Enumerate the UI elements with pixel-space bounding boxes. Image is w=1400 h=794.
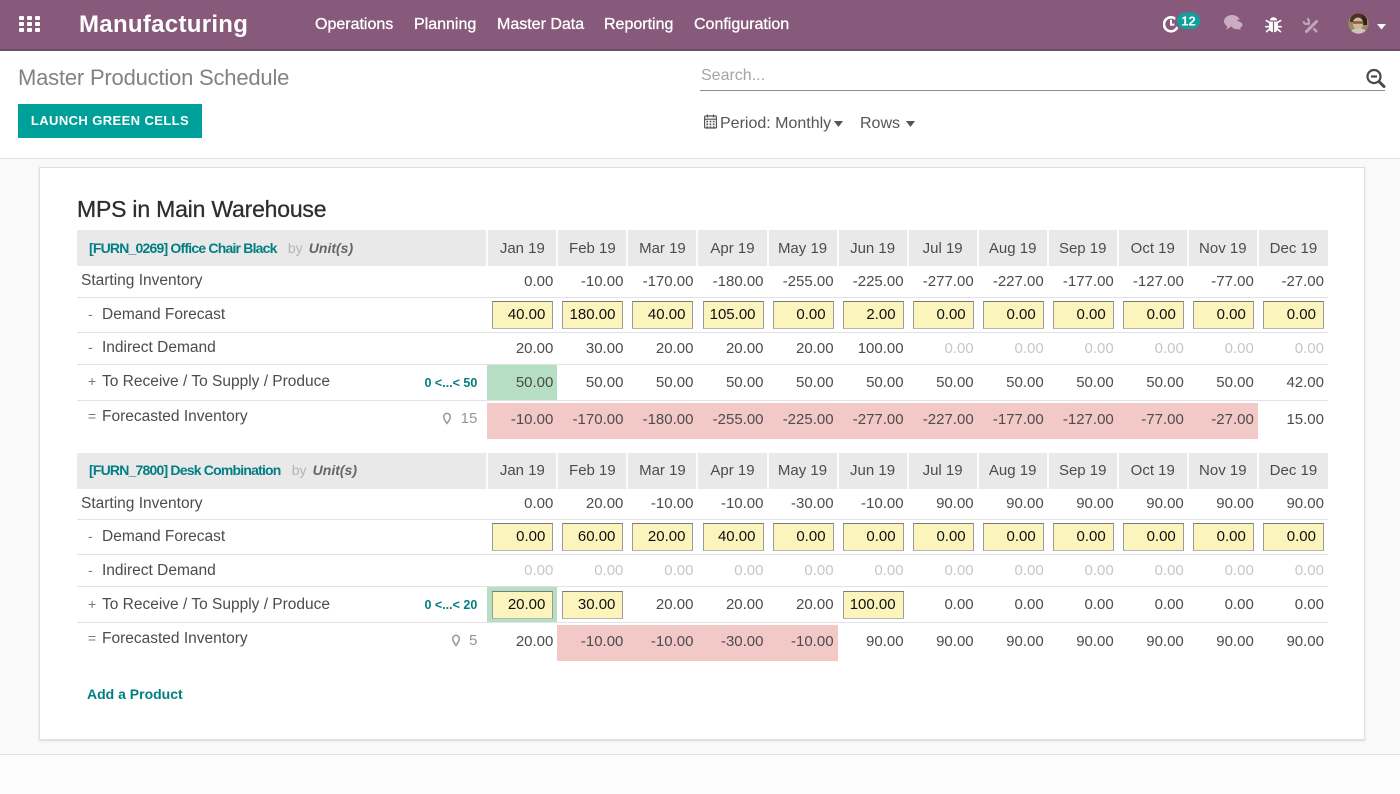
svg-text:12: 12 [1181,14,1195,29]
